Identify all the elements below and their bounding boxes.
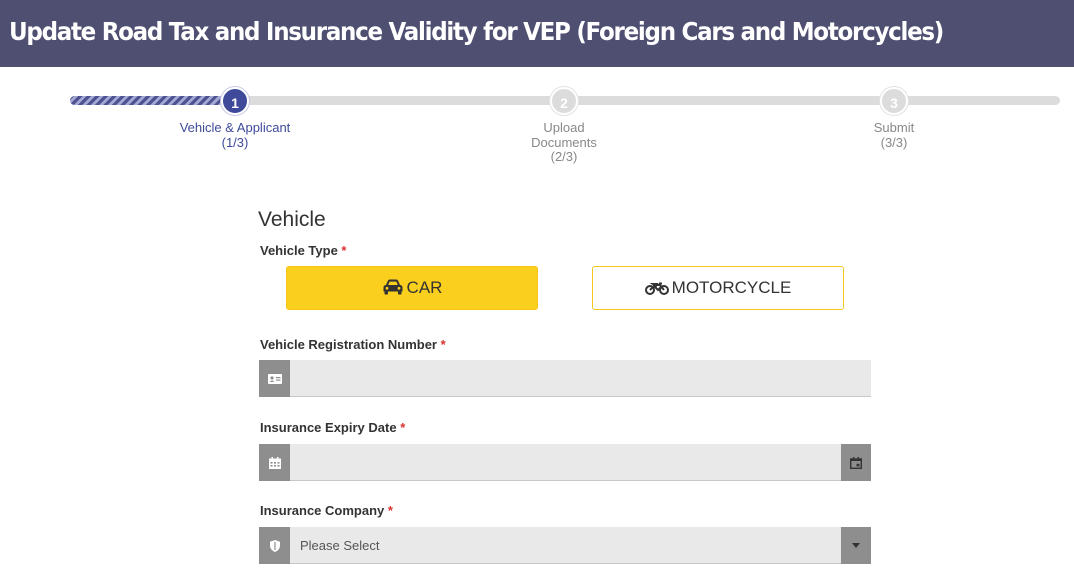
car-icon bbox=[383, 279, 403, 295]
step-2-label: Upload Documents (2/3) bbox=[484, 120, 644, 165]
insurance-expiry-label-text: Insurance Expiry Date bbox=[260, 420, 397, 435]
step-3-label: Submit (3/3) bbox=[814, 120, 974, 150]
insurance-company-select[interactable]: Please Select bbox=[290, 527, 841, 564]
insurance-expiry-field bbox=[259, 444, 871, 481]
step-3-indicator[interactable]: 3 bbox=[880, 87, 908, 115]
insurance-expiry-addon bbox=[259, 444, 290, 481]
insurance-company-label: Insurance Company * bbox=[260, 503, 393, 518]
insurance-expiry-label: Insurance Expiry Date * bbox=[260, 420, 405, 435]
shield-icon bbox=[269, 539, 280, 552]
calendar-icon bbox=[268, 456, 281, 469]
vehicle-type-motorcycle-button[interactable]: MOTORCYCLE bbox=[592, 266, 844, 310]
step-2-label-title-line1: Upload bbox=[543, 120, 585, 135]
calendar-picker-icon bbox=[850, 456, 862, 469]
vehicle-type-label: Vehicle Type * bbox=[260, 243, 346, 258]
car-button-label: CAR bbox=[406, 278, 443, 297]
motorcycle-button-label: MOTORCYCLE bbox=[671, 278, 792, 297]
insurance-company-field: Please Select bbox=[259, 527, 871, 564]
motorcycle-icon bbox=[644, 282, 669, 295]
vehicle-type-car-button[interactable]: CAR bbox=[286, 266, 538, 310]
required-asterisk: * bbox=[387, 503, 393, 518]
step-3-label-count: (3/3) bbox=[880, 134, 908, 150]
step-1-label: Vehicle & Applicant (1/3) bbox=[155, 120, 315, 150]
date-picker-button[interactable] bbox=[841, 444, 871, 481]
page-header: Update Road Tax and Insurance Validity f… bbox=[0, 0, 1074, 67]
step-2-label-title-line2: Documents bbox=[531, 134, 597, 150]
page-title: Update Road Tax and Insurance Validity f… bbox=[9, 17, 944, 46]
section-title: Vehicle bbox=[258, 208, 326, 231]
registration-number-label: Vehicle Registration Number * bbox=[260, 337, 446, 352]
step-2-indicator[interactable]: 2 bbox=[550, 87, 578, 115]
insurance-company-addon bbox=[259, 527, 290, 564]
caret-down-icon bbox=[852, 543, 860, 548]
step-1-label-count: (1/3) bbox=[221, 134, 249, 150]
registration-number-addon bbox=[259, 360, 290, 397]
registration-number-field bbox=[259, 360, 871, 397]
step-1-label-title: Vehicle & Applicant bbox=[179, 120, 291, 135]
insurance-company-dropdown-button[interactable] bbox=[841, 527, 871, 564]
required-asterisk: * bbox=[400, 420, 406, 435]
stepper-progress-fill bbox=[70, 96, 235, 105]
insurance-expiry-input[interactable] bbox=[290, 444, 841, 481]
step-1-indicator[interactable]: 1 bbox=[221, 87, 249, 115]
required-asterisk: * bbox=[440, 337, 446, 352]
insurance-company-selected-value: Please Select bbox=[300, 538, 380, 553]
step-2-label-count: (2/3) bbox=[550, 149, 578, 164]
required-asterisk: * bbox=[341, 243, 347, 258]
step-3-label-title: Submit bbox=[873, 120, 915, 135]
id-card-icon bbox=[267, 373, 282, 384]
insurance-company-label-text: Insurance Company bbox=[260, 503, 385, 518]
registration-number-input[interactable] bbox=[290, 360, 871, 397]
vehicle-type-label-text: Vehicle Type bbox=[260, 243, 338, 258]
registration-number-label-text: Vehicle Registration Number bbox=[260, 337, 437, 352]
